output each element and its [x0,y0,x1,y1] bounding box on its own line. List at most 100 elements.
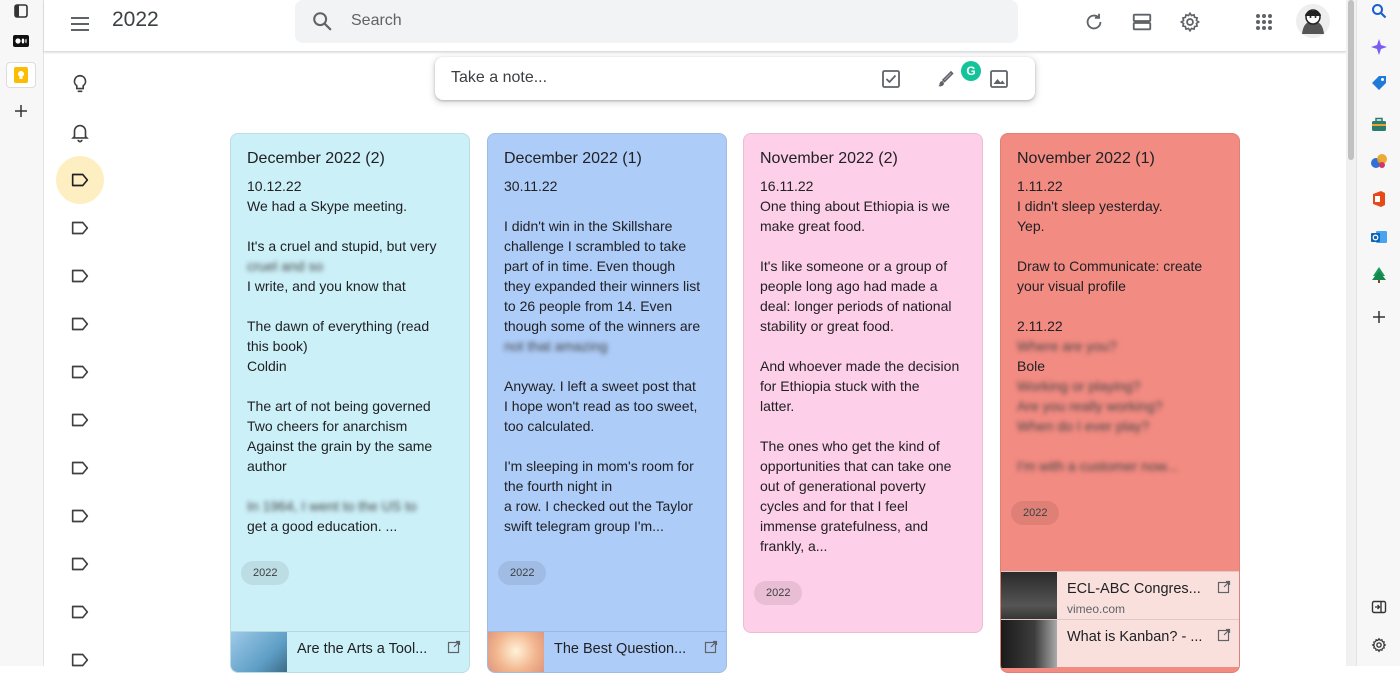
label-icon [71,365,89,379]
copilot-sparkle-icon[interactable] [1368,36,1390,58]
link-domain: vimeo.com [1067,602,1126,616]
note-card[interactable]: November 2022 (1) 1.11.22 I didn't sleep… [1000,133,1240,673]
sidebar-item-label-2022[interactable] [56,156,104,204]
link-thumbnail [1001,572,1057,620]
note-body: 16.11.22 One thing about Ethiopia is we … [760,178,960,554]
note-text: 10.12.22 We had a Skype meeting. It's a … [247,178,437,254]
new-drawing-brush-icon[interactable] [933,67,957,91]
browser-sidebar-left [0,0,44,666]
outlook-icon[interactable] [1368,226,1390,248]
sidebar-item-label[interactable] [56,300,104,348]
note-text: 1.11.22 I didn't sleep yesterday. Yep. D… [1017,178,1203,334]
blurred-text: Are you really working? [1017,398,1163,414]
label-icon [71,653,89,667]
new-tab-icon[interactable] [10,100,32,122]
sidebar-item-notes[interactable] [56,60,104,108]
sidebar-item-label[interactable] [56,636,104,684]
app-header: 2022 [44,0,1346,52]
label-icon [71,461,89,475]
sidebar-item-label[interactable] [56,444,104,492]
apps-grid-icon[interactable] [1250,8,1278,36]
link-preview[interactable]: ECL-ABC Congres... vimeo.com [1001,571,1239,620]
blurred-text: Working or playing? [1017,378,1141,394]
sidebar-item-label[interactable] [56,252,104,300]
blurred-text: not that amazing [504,338,608,354]
link-thumbnail [231,632,287,672]
scrollbar-thumb[interactable] [1348,0,1354,160]
note-title: December 2022 (2) [247,150,385,167]
search-bar[interactable] [295,0,1018,43]
note-title: December 2022 (1) [504,150,642,167]
lightbulb-icon [73,74,87,93]
link-preview[interactable]: What is Kanban? - ... [1001,619,1239,668]
sidebar-item-reminders[interactable] [56,108,104,156]
label-icon [71,269,89,283]
label-chip[interactable]: 2022 [498,561,547,585]
new-image-icon[interactable] [987,67,1011,91]
keep-tab-icon[interactable] [6,62,36,88]
note-text: get a good education. ... [247,518,398,534]
sidebar-item-label[interactable] [56,204,104,252]
label-chip[interactable]: 2022 [1011,501,1060,525]
open-link-icon[interactable] [704,640,718,654]
bell-icon [71,124,89,143]
note-text: Anyway. I left a sweet post that I hope … [504,378,698,534]
note-card[interactable]: December 2022 (1) 30.11.22 I didn't win … [487,133,727,673]
list-view-icon[interactable] [1128,8,1156,36]
page-scrollbar[interactable] [1346,0,1356,666]
note-title: November 2022 (1) [1017,150,1155,167]
settings-gear-icon[interactable] [1176,8,1204,36]
link-title: The Best Question... [554,641,687,657]
sidebar-item-label[interactable] [56,492,104,540]
note-text: 30.11.22 I didn't win in the Skillshare … [504,178,701,334]
sidebar-item-label[interactable] [56,396,104,444]
note-body: 30.11.22 I didn't win in the Skillshare … [504,176,722,536]
settings-gear-icon[interactable] [1368,634,1390,656]
new-list-checkbox-icon[interactable] [879,67,903,91]
note-body: 1.11.22 I didn't sleep yesterday. Yep. D… [1017,176,1235,476]
link-preview[interactable]: Are the Arts a Tool... [231,631,469,672]
office-icon[interactable] [1368,188,1390,210]
shopping-tag-icon[interactable] [1368,72,1390,94]
take-note-placeholder[interactable]: Take a note... [451,69,547,87]
blurred-text: cruel and so [247,258,324,274]
open-link-icon[interactable] [1217,628,1231,642]
link-title: ECL-ABC Congres... [1067,581,1201,597]
sidebar-item-label[interactable] [56,348,104,396]
search-icon[interactable] [1368,0,1390,22]
note-card[interactable]: December 2022 (2) 10.12.22 We had a Skyp… [230,133,470,673]
link-title: Are the Arts a Tool... [297,641,428,657]
main-menu-icon[interactable] [68,12,92,36]
label-chip[interactable]: 2022 [754,581,803,605]
link-preview[interactable]: The Best Question... [488,631,726,672]
label-icon [71,605,89,619]
open-link-icon[interactable] [1217,580,1231,594]
sidebar-toggle-icon[interactable] [1368,596,1390,618]
games-icon[interactable] [1368,150,1390,172]
search-input[interactable] [351,7,951,35]
grammarly-icon[interactable]: G [961,61,981,81]
blurred-text: I'm with a customer now... [1017,458,1178,474]
search-icon[interactable] [311,10,333,37]
tools-briefcase-icon[interactable] [1368,114,1390,136]
user-avatar[interactable] [1296,4,1330,38]
open-link-icon[interactable] [447,640,461,654]
add-icon[interactable] [1368,306,1390,328]
link-thumbnail [1001,620,1057,668]
sidebar-item-label[interactable] [56,540,104,588]
link-title: What is Kanban? - ... [1067,629,1203,645]
label-icon [71,413,89,427]
blurred-text: Where are you? [1017,338,1117,354]
page-title: 2022 [112,8,159,31]
tab-actions-icon[interactable] [10,0,32,22]
tree-icon[interactable] [1368,264,1390,286]
refresh-icon[interactable] [1080,8,1108,36]
label-icon [71,509,89,523]
sidebar-item-label[interactable] [56,588,104,636]
take-note-bar[interactable]: Take a note... G [435,57,1035,100]
medium-tab-icon[interactable] [10,30,32,52]
label-icon [71,557,89,571]
label-chip[interactable]: 2022 [241,561,290,585]
label-icon [71,317,89,331]
note-card[interactable]: November 2022 (2) 16.11.22 One thing abo… [743,133,983,633]
